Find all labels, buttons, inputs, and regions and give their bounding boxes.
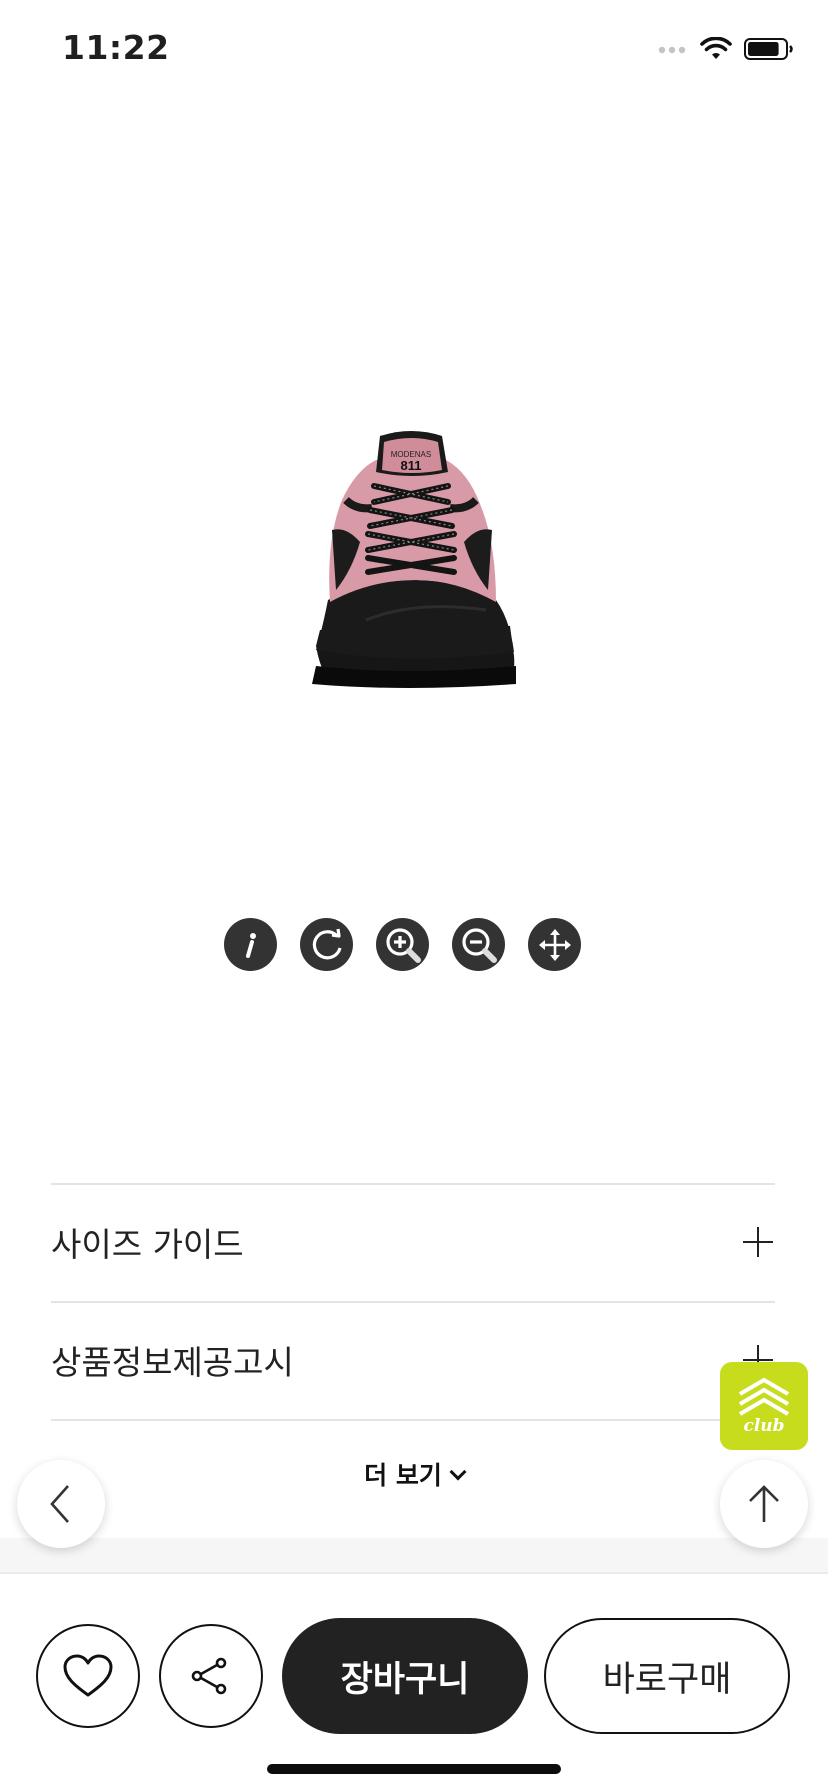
- battery-icon: [744, 38, 793, 60]
- heart-icon: [63, 1654, 113, 1697]
- back-button[interactable]: [17, 1460, 105, 1548]
- home-indicator: [267, 1764, 561, 1774]
- accordion-label: 사이즈 가이드: [51, 1225, 244, 1264]
- wishlist-button[interactable]: [36, 1624, 140, 1728]
- share-icon: [191, 1657, 227, 1695]
- move-icon[interactable]: [528, 918, 581, 971]
- wifi-icon: [700, 37, 732, 59]
- accordion-label: 상품정보제공고시: [51, 1343, 294, 1382]
- share-button[interactable]: [159, 1624, 263, 1728]
- brand-mark: 811: [401, 458, 422, 473]
- rotate-icon[interactable]: [300, 918, 353, 971]
- club-label: club: [743, 1416, 785, 1436]
- product-image[interactable]: MODENAS 811: [296, 430, 526, 692]
- divider: [51, 1419, 775, 1421]
- accordion-item-size-guide[interactable]: 사이즈 가이드: [51, 1184, 775, 1300]
- add-to-cart-button[interactable]: 장바구니: [282, 1618, 528, 1734]
- scroll-top-button[interactable]: [720, 1460, 808, 1548]
- more-button[interactable]: 더 보기: [0, 1456, 828, 1492]
- mountain-logo-icon: [738, 1377, 790, 1416]
- more-label: 더 보기: [364, 1461, 442, 1490]
- signal-icon: [658, 46, 686, 54]
- bottom-action-bar: 장바구니 바로구매: [0, 1574, 828, 1792]
- club-badge[interactable]: club: [720, 1362, 808, 1450]
- section-spacer: [0, 1538, 828, 1574]
- viewer-controls: [224, 918, 581, 971]
- chevron-left-icon: [50, 1485, 69, 1523]
- status-icons: [658, 34, 794, 64]
- accordion-item-product-notice[interactable]: 상품정보제공고시: [51, 1302, 775, 1418]
- arrow-up-icon: [749, 1485, 779, 1522]
- chevron-down-icon: [449, 1463, 467, 1481]
- plus-icon: [743, 1227, 773, 1257]
- info-icon[interactable]: [224, 918, 277, 971]
- zoom-out-icon[interactable]: [452, 918, 505, 971]
- buy-now-button[interactable]: 바로구매: [544, 1618, 790, 1734]
- status-time: 11:22: [62, 28, 170, 67]
- zoom-in-icon[interactable]: [376, 918, 429, 971]
